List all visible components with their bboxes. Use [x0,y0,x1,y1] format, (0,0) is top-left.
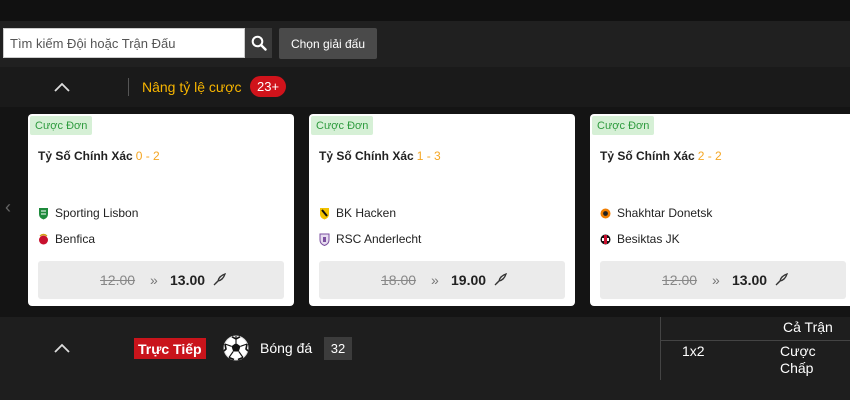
full-match-header: Cả Trận [783,319,833,335]
search-box[interactable] [3,28,245,58]
soccer-ball-icon [223,335,249,361]
team-name: Benfica [55,232,96,246]
select-league-button[interactable]: Chọn giải đấu [279,28,377,59]
bet-market-title: Tỷ Số Chính Xác 0 - 2 [38,149,160,163]
team-crest-icon [600,207,611,220]
team-name: Sporting Lisbon [55,206,139,220]
team-crest-icon [319,207,330,220]
home-team: Sporting Lisbon [38,206,138,220]
sport-name[interactable]: Bóng đá [260,340,312,356]
rocket-icon [775,272,789,286]
divider [128,78,129,96]
odds-boost-header: Nâng tỷ lệ cược 23+ [0,67,850,107]
exact-score: 1 - 3 [416,149,441,163]
odds-box[interactable]: 18.00 » 19.00 [319,261,565,299]
team-name: Shakhtar Donetsk [617,206,713,220]
carousel-prev-icon[interactable]: ‹ [5,197,11,218]
single-bet-tag: Cược Đơn [30,116,93,135]
odds-box[interactable]: 12.00 » 13.00 [600,261,846,299]
boosted-odds: 13.00 [732,272,768,288]
chevron-up-icon[interactable] [54,343,70,353]
live-sport-row: Trực Tiếp Bóng đá 32 Cả Trận 1x2 Cược Ch… [0,317,850,400]
odds-boost-card[interactable]: Cược Đơn Tỷ Số Chính Xác 2 - 2 Shakhtar D… [590,114,850,306]
top-bar [0,0,850,21]
market-handicap-header: Cược Chấp [780,343,816,376]
double-arrow-icon: » [431,272,439,288]
boosted-odds: 19.00 [451,272,487,288]
bet-market-title: Tỷ Số Chính Xác 2 - 2 [600,149,722,163]
team-crest-icon [38,207,49,220]
odds-boost-count-badge: 23+ [250,76,287,97]
team-crest-icon [38,233,49,246]
market-name: Tỷ Số Chính Xác [600,149,695,163]
team-crest-icon [319,233,330,246]
away-team: RSC Anderlecht [319,232,421,246]
odds-boost-carousel: ‹ Cược Đơn Tỷ Số Chính Xác 0 - 2 Sporting… [0,107,850,317]
home-team: Shakhtar Donetsk [600,206,712,220]
double-arrow-icon: » [150,272,158,288]
odds-boost-card[interactable]: Cược Đơn Tỷ Số Chính Xác 1 - 3 BK Hacken … [309,114,575,306]
boosted-odds: 13.00 [170,272,206,288]
single-bet-tag: Cược Đơn [592,116,655,135]
team-name: RSC Anderlecht [336,232,422,246]
team-crest-icon [600,233,611,246]
away-team: Benfica [38,232,95,246]
odds-boost-card[interactable]: Cược Đơn Tỷ Số Chính Xác 0 - 2 Sporting L… [28,114,294,306]
search-row: Chọn giải đấu [0,21,850,67]
exact-score: 0 - 2 [135,149,160,163]
exact-score: 2 - 2 [697,149,722,163]
old-odds: 12.00 [662,272,698,288]
search-icon [251,35,267,51]
market-name: Tỷ Số Chính Xác [319,149,414,163]
home-team: BK Hacken [319,206,396,220]
chevron-up-icon[interactable] [54,82,70,92]
rocket-icon [494,272,508,286]
double-arrow-icon: » [712,272,720,288]
away-team: Besiktas JK [600,232,680,246]
odds-boost-title: Nâng tỷ lệ cược [142,79,242,95]
old-odds: 18.00 [381,272,417,288]
team-name: Besiktas JK [617,232,680,246]
search-input[interactable] [4,29,244,57]
odds-box[interactable]: 12.00 » 13.00 [38,261,284,299]
rocket-icon [213,272,227,286]
search-button[interactable] [245,28,272,58]
live-badge[interactable]: Trực Tiếp [134,338,206,359]
market-1x2-header: 1x2 [682,343,705,359]
match-count-badge: 32 [324,337,352,360]
divider [660,340,850,341]
divider [660,317,661,380]
bet-market-title: Tỷ Số Chính Xác 1 - 3 [319,149,441,163]
team-name: BK Hacken [336,206,397,220]
market-name: Tỷ Số Chính Xác [38,149,133,163]
single-bet-tag: Cược Đơn [311,116,374,135]
old-odds: 12.00 [100,272,136,288]
